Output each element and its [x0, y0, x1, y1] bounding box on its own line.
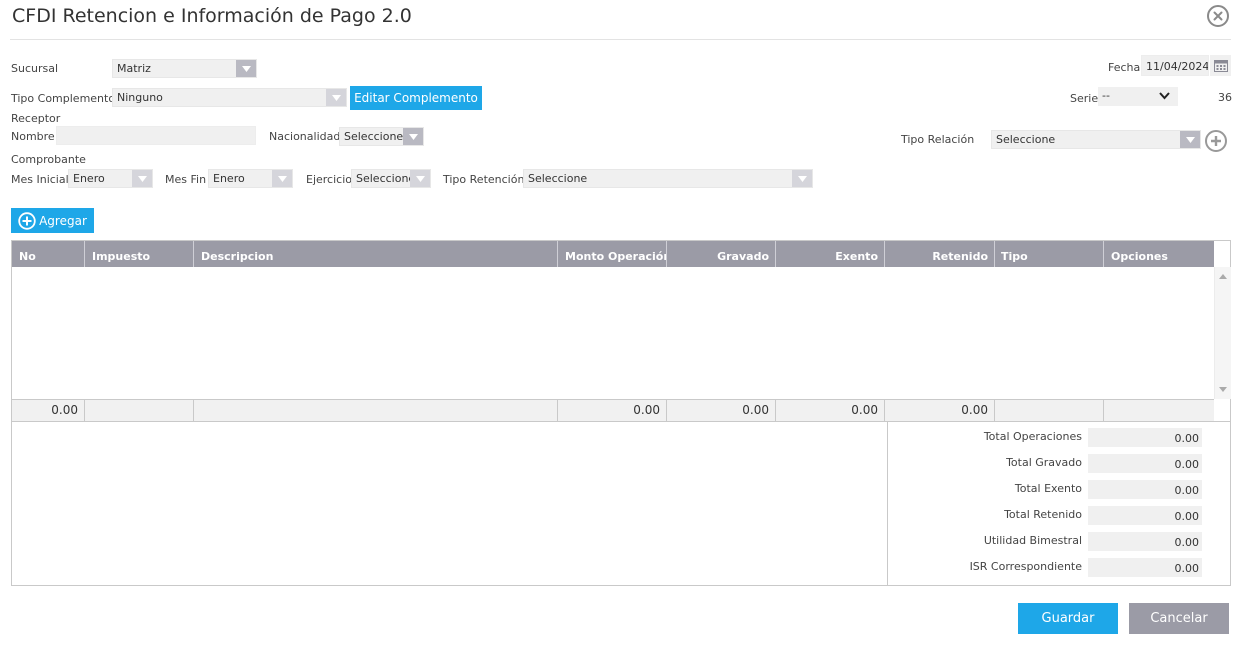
nacionalidad-select[interactable]: Seleccione [339, 127, 424, 146]
cancel-button[interactable]: Cancelar [1129, 603, 1229, 634]
editar-complemento-button[interactable]: Editar Complemento [350, 86, 482, 110]
mes-inicial-value: Enero [73, 172, 105, 185]
total-gravado-value: 0.00 [1088, 454, 1202, 473]
serie-select[interactable]: -- [1098, 87, 1178, 106]
calendar-icon [1213, 60, 1228, 72]
chevron-down-icon [272, 170, 292, 187]
nacionalidad-value: Seleccione [344, 130, 404, 143]
mes-fin-select[interactable]: Enero [208, 169, 293, 188]
tipo-complemento-label: Tipo Complemento [11, 92, 116, 105]
chevron-down-icon [132, 170, 152, 187]
tipo-relacion-value: Seleccione [996, 133, 1056, 146]
folio-number: 36 [1218, 91, 1232, 104]
chevron-down-icon [792, 170, 812, 187]
footer-tipo [995, 400, 1104, 421]
serie-value: -- [1102, 89, 1110, 102]
tipo-relacion-select[interactable]: Seleccione [991, 130, 1201, 149]
scroll-up-icon[interactable] [1219, 273, 1227, 279]
grid-header-corner [1214, 241, 1230, 267]
nombre-input[interactable] [56, 126, 256, 145]
tipo-complemento-select[interactable]: Ninguno [112, 88, 347, 107]
chevron-down-icon [326, 89, 346, 106]
ejercicio-select[interactable]: Seleccione [351, 169, 431, 188]
chevron-down-icon [236, 60, 256, 77]
total-retenido-label: Total Retenido [1004, 508, 1082, 521]
total-operaciones-label: Total Operaciones [983, 430, 1082, 443]
plus-icon [1211, 136, 1221, 146]
add-relacion-button[interactable] [1205, 130, 1227, 152]
close-button[interactable] [1207, 5, 1229, 27]
serie-label: Serie [1070, 92, 1099, 105]
scroll-down-icon[interactable] [1219, 387, 1227, 393]
utilidad-bimestral-label: Utilidad Bimestral [983, 534, 1082, 547]
column-header-monto-operacion[interactable]: Monto Operación [558, 241, 667, 267]
footer-opciones [1104, 400, 1214, 421]
chevron-down-icon [1159, 92, 1170, 100]
title-divider [10, 39, 1231, 40]
mes-inicial-label: Mes Inicial [11, 173, 69, 186]
sucursal-select[interactable]: Matriz [112, 59, 257, 78]
column-header-tipo[interactable]: Tipo [995, 241, 1104, 267]
close-icon [1213, 11, 1223, 21]
isr-correspondiente-value: 0.00 [1088, 558, 1202, 577]
footer-monto-operacion: 0.00 [558, 400, 667, 421]
save-button[interactable]: Guardar [1018, 603, 1118, 634]
footer-no: 0.00 [12, 400, 85, 421]
fecha-input[interactable]: 11/04/2024 [1141, 55, 1209, 76]
sucursal-value: Matriz [117, 62, 151, 75]
utilidad-bimestral-value: 0.00 [1088, 532, 1202, 551]
footer-descripcion [194, 400, 558, 421]
mes-inicial-select[interactable]: Enero [68, 169, 153, 188]
dialog-title: CFDI Retencion e Información de Pago 2.0 [12, 5, 412, 27]
total-operaciones-value: 0.00 [1088, 428, 1202, 447]
total-exento-value: 0.00 [1088, 480, 1202, 499]
footer-retenido: 0.00 [885, 400, 995, 421]
grid-footer: 0.00 0.00 0.00 0.00 0.00 [12, 399, 1214, 421]
chevron-down-icon [403, 128, 423, 145]
ejercicio-value: Seleccione [356, 172, 416, 185]
chevron-down-icon [1180, 131, 1200, 148]
items-grid [11, 240, 1231, 422]
total-exento-label: Total Exento [1014, 482, 1082, 495]
column-header-descripcion[interactable]: Descripcion [194, 241, 558, 267]
total-retenido-value: 0.00 [1088, 506, 1202, 525]
total-gravado-label: Total Gravado [1006, 456, 1082, 469]
nombre-label: Nombre [11, 130, 55, 143]
column-header-no[interactable]: No [12, 241, 85, 267]
sucursal-label: Sucursal [11, 62, 59, 75]
tipo-retencion-select[interactable]: Seleccione [523, 169, 813, 188]
footer-gravado: 0.00 [667, 400, 776, 421]
calendar-button[interactable] [1210, 55, 1231, 76]
column-header-opciones[interactable]: Opciones [1104, 241, 1214, 267]
column-header-retenido[interactable]: Retenido [885, 241, 995, 267]
ejercicio-label: Ejercicio [306, 173, 352, 186]
mes-fin-value: Enero [213, 172, 245, 185]
grid-header: No Impuesto Descripcion Monto Operación … [12, 241, 1214, 267]
footer-impuesto [85, 400, 194, 421]
comprobante-section-label: Comprobante [11, 153, 86, 166]
tipo-complemento-value: Ninguno [117, 91, 163, 104]
agregar-label: Agregar [39, 213, 87, 228]
footer-exento: 0.00 [776, 400, 885, 421]
grid-scrollbar[interactable] [1214, 267, 1231, 399]
agregar-button[interactable]: Agregar [11, 208, 94, 233]
mes-fin-label: Mes Fin [165, 173, 207, 186]
receptor-section-label: Receptor [11, 112, 61, 125]
column-header-impuesto[interactable]: Impuesto [85, 241, 194, 267]
tipo-relacion-label: Tipo Relación [901, 133, 975, 146]
fecha-label: Fecha [1108, 61, 1141, 74]
column-header-gravado[interactable]: Gravado [667, 241, 776, 267]
tipo-retencion-label: Tipo Retención [443, 173, 525, 186]
chevron-down-icon [410, 170, 430, 187]
column-header-exento[interactable]: Exento [776, 241, 885, 267]
plus-circle-icon [18, 211, 36, 230]
isr-correspondiente-label: ISR Correspondiente [969, 560, 1082, 573]
tipo-retencion-value: Seleccione [528, 172, 588, 185]
nacionalidad-label: Nacionalidad [269, 130, 341, 143]
